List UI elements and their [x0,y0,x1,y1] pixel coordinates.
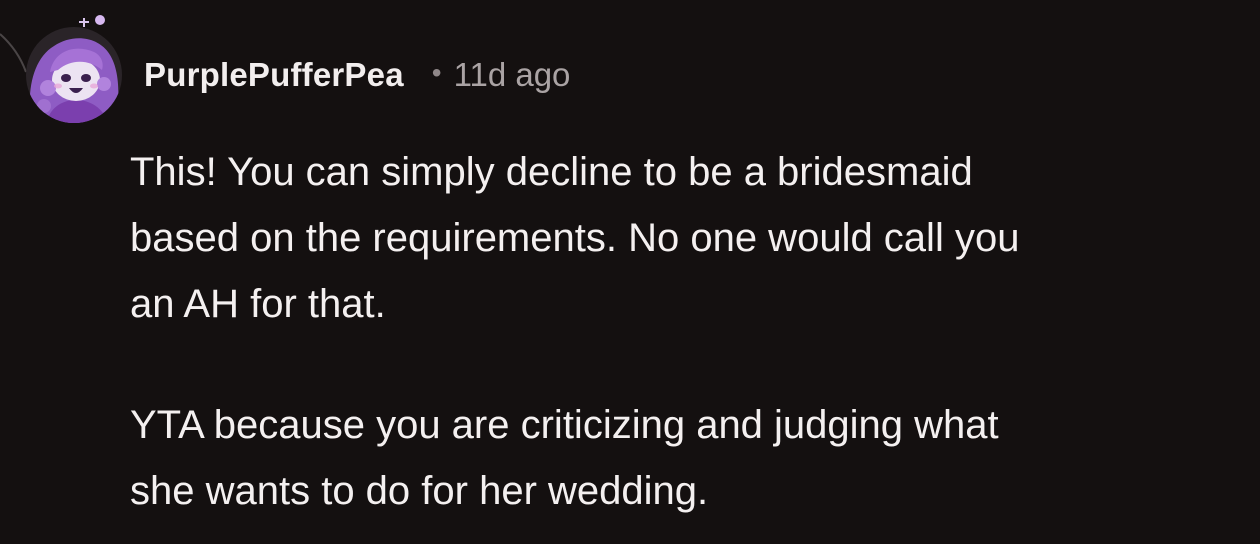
comment: PurplePufferPea • 11d ago This! You can … [0,0,1260,544]
text-line: based on the requirements. No one would … [130,216,1020,260]
avatar[interactable] [24,14,124,124]
timestamp[interactable]: 11d ago [454,56,571,94]
comment-paragraph: This! You can simply decline to be a bri… [130,139,1250,337]
comment-paragraph: YTA because you are criticizing and judg… [130,392,1250,524]
text-line: she wants to do for her wedding. [130,469,709,513]
author-username[interactable]: PurplePufferPea [144,56,404,94]
separator-dot: • [431,57,442,88]
text-line: an AH for that. [130,282,386,326]
comment-header: PurplePufferPea • 11d ago [144,52,570,98]
text-line: YTA because you are criticizing and judg… [130,403,999,447]
text-line: This! You can simply decline to be a bri… [130,150,973,194]
comment-body: This! You can simply decline to be a bri… [130,139,1250,524]
avatar-image [26,15,122,123]
